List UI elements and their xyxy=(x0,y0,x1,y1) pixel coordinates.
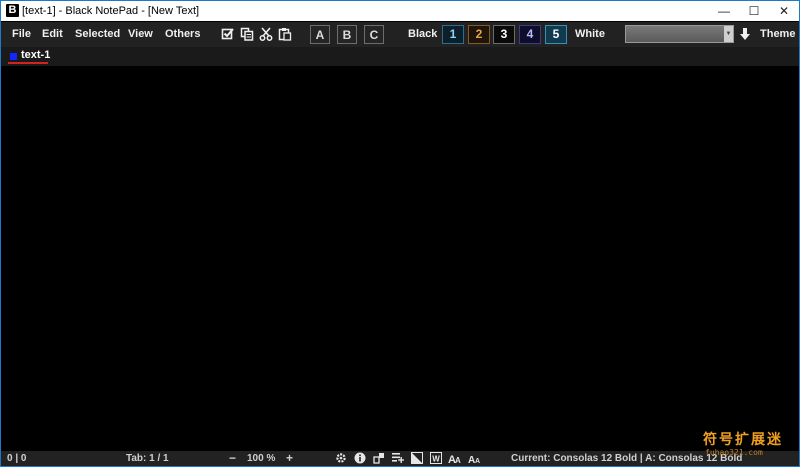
toolbar: File Edit Selected View Others A B C Bla… xyxy=(1,22,799,47)
app-window: B [text-1] - Black NotePad - [New Text] … xyxy=(0,0,800,467)
word-wrap-icon[interactable]: W xyxy=(430,452,442,464)
tab-strip: text-1 xyxy=(1,47,799,66)
contrast-icon[interactable] xyxy=(411,452,423,464)
status-bar: 0 | 0 Tab: 1 / 1 − 100 % + W A A A A Cur… xyxy=(1,451,799,466)
theme-white-button[interactable]: White xyxy=(575,22,605,47)
down-arrow-icon[interactable] xyxy=(738,27,752,41)
cut-icon[interactable] xyxy=(259,27,273,41)
theme-black-button[interactable]: Black xyxy=(408,22,437,47)
letter-button-b[interactable]: B xyxy=(337,25,357,44)
theme-preset-1[interactable]: 1 xyxy=(442,25,464,44)
zoom-level: 100 % xyxy=(247,453,276,464)
font-increase-icon[interactable]: A A xyxy=(448,452,462,464)
tab-counter: Tab: 1 / 1 xyxy=(126,453,169,464)
theme-button[interactable]: Theme xyxy=(760,22,795,47)
letter-button-a[interactable]: A xyxy=(310,25,330,44)
menu-selected[interactable]: Selected xyxy=(75,22,120,47)
paste-icon[interactable] xyxy=(278,27,292,41)
tab-active-underline xyxy=(8,62,48,64)
font-decrease-icon[interactable]: A A xyxy=(468,452,482,464)
theme-select[interactable]: ▼ xyxy=(625,25,734,43)
gear-icon[interactable] xyxy=(335,452,347,464)
close-button[interactable]: ✕ xyxy=(769,1,799,21)
theme-preset-5[interactable]: 5 xyxy=(545,25,567,44)
theme-preset-2[interactable]: 2 xyxy=(468,25,490,44)
minimize-button[interactable]: — xyxy=(709,1,739,21)
zoom-in-button[interactable]: + xyxy=(286,451,293,466)
watermark-logo: 符号扩展迷 xyxy=(703,432,783,448)
zoom-out-button[interactable]: − xyxy=(229,451,236,466)
watermark-url: fuhao321.com xyxy=(705,448,763,457)
list-add-icon[interactable] xyxy=(392,452,404,464)
title-bar: B [text-1] - Black NotePad - [New Text] … xyxy=(1,1,799,21)
svg-text:A: A xyxy=(455,456,461,464)
info-icon[interactable] xyxy=(354,452,366,464)
app-logo-icon: B xyxy=(6,4,19,17)
theme-preset-4[interactable]: 4 xyxy=(519,25,541,44)
menu-others[interactable]: Others xyxy=(165,22,200,47)
letter-button-c[interactable]: C xyxy=(364,25,384,44)
copy-icon[interactable] xyxy=(240,27,254,41)
tab-label: text-1 xyxy=(21,49,51,61)
svg-text:A: A xyxy=(475,458,480,464)
text-editor-area[interactable] xyxy=(1,66,799,450)
cursor-position: 0 | 0 xyxy=(7,453,27,464)
menu-view[interactable]: View xyxy=(128,22,153,47)
chevron-down-icon[interactable]: ▼ xyxy=(724,26,733,42)
svg-text:W: W xyxy=(432,454,440,463)
swap-icon[interactable] xyxy=(373,452,385,464)
tab-indicator-icon xyxy=(10,53,17,60)
checkbox-icon[interactable] xyxy=(221,27,235,41)
menu-edit[interactable]: Edit xyxy=(42,22,63,47)
menu-file[interactable]: File xyxy=(12,22,31,47)
theme-preset-3[interactable]: 3 xyxy=(493,25,515,44)
maximize-button[interactable]: ☐ xyxy=(739,1,769,21)
window-title: [text-1] - Black NotePad - [New Text] xyxy=(22,5,200,17)
